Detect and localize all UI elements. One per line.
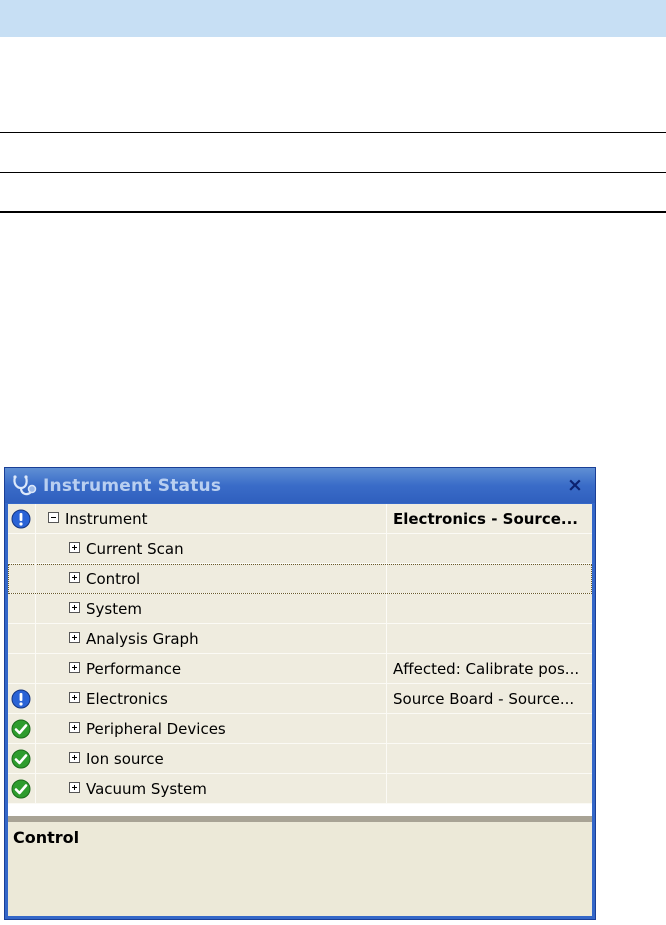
expand-icon[interactable] [69, 722, 80, 733]
expand-icon[interactable] [69, 782, 80, 793]
status-cell [8, 714, 36, 743]
value-cell [387, 534, 592, 563]
name-cell: Control [36, 564, 387, 593]
status-cell [8, 654, 36, 683]
divider-line [0, 132, 666, 133]
value-cell [387, 564, 592, 593]
name-cell: Instrument [36, 504, 387, 533]
window-client-area: Instrument Electronics - Source... Current… [8, 504, 592, 916]
check-ok-icon [11, 779, 31, 799]
value-cell [387, 714, 592, 743]
value-cell [387, 774, 592, 803]
expand-icon[interactable] [69, 692, 80, 703]
node-label: Current Scan [86, 540, 184, 558]
status-cell [8, 504, 36, 533]
tree-row[interactable]: Vacuum System [8, 774, 592, 804]
status-value: Affected: Calibrate pos... [393, 660, 580, 678]
node-label: Ion source [86, 750, 164, 768]
detail-panel: Control [8, 822, 592, 916]
divider-line [0, 211, 666, 213]
tree-row[interactable]: Ion source [8, 744, 592, 774]
expand-icon[interactable] [69, 572, 80, 583]
tree-row[interactable]: Instrument Electronics - Source... [8, 504, 592, 534]
value-cell: Source Board - Source... [387, 684, 592, 713]
value-cell: Electronics - Source... [387, 504, 592, 533]
value-cell: Affected: Calibrate pos... [387, 654, 592, 683]
tree-row[interactable]: Performance Affected: Calibrate pos... [8, 654, 592, 684]
tree-row[interactable]: Control [8, 564, 592, 594]
node-label: Instrument [65, 510, 148, 528]
name-cell: Electronics [36, 684, 387, 713]
node-label: Electronics [86, 690, 168, 708]
status-cell [8, 624, 36, 653]
name-cell: Current Scan [36, 534, 387, 563]
name-cell: Vacuum System [36, 774, 387, 803]
check-ok-icon [11, 719, 31, 739]
node-label: Analysis Graph [86, 630, 199, 648]
node-label: Vacuum System [86, 780, 207, 798]
expand-icon[interactable] [69, 662, 80, 673]
info-alert-icon [11, 509, 31, 529]
node-label: Control [86, 570, 141, 588]
node-label: System [86, 600, 142, 618]
node-label: Peripheral Devices [86, 720, 226, 738]
name-cell: Ion source [36, 744, 387, 773]
info-alert-icon [11, 689, 31, 709]
name-cell: System [36, 594, 387, 623]
tree-row[interactable]: Current Scan [8, 534, 592, 564]
status-cell [8, 564, 36, 593]
name-cell: Analysis Graph [36, 624, 387, 653]
window-titlebar[interactable]: Instrument Status × [5, 468, 595, 503]
tree-row[interactable]: System [8, 594, 592, 624]
tree-row[interactable]: Analysis Graph [8, 624, 592, 654]
tree-row[interactable]: Peripheral Devices [8, 714, 592, 744]
value-cell [387, 744, 592, 773]
check-ok-icon [11, 749, 31, 769]
expand-icon[interactable] [69, 602, 80, 613]
name-cell: Peripheral Devices [36, 714, 387, 743]
name-cell: Performance [36, 654, 387, 683]
window-title: Instrument Status [43, 476, 222, 496]
close-button[interactable]: × [565, 474, 585, 496]
tree-row[interactable]: Electronics Source Board - Source... [8, 684, 592, 714]
top-band [0, 0, 666, 37]
divider-line [0, 172, 666, 173]
status-cell [8, 534, 36, 563]
status-value: Electronics - Source... [393, 510, 578, 528]
expand-icon[interactable] [69, 632, 80, 643]
expand-icon[interactable] [69, 752, 80, 763]
status-cell [8, 594, 36, 623]
status-cell [8, 744, 36, 773]
detail-title: Control [13, 828, 80, 847]
status-cell [8, 774, 36, 803]
instrument-status-window: Instrument Status × Instrument Electronic… [4, 467, 596, 920]
stethoscope-icon [13, 475, 37, 496]
collapse-icon[interactable] [48, 512, 59, 523]
value-cell [387, 594, 592, 623]
status-cell [8, 684, 36, 713]
expand-icon[interactable] [69, 542, 80, 553]
node-label: Performance [86, 660, 182, 678]
status-value: Source Board - Source... [393, 690, 575, 708]
value-cell [387, 624, 592, 653]
